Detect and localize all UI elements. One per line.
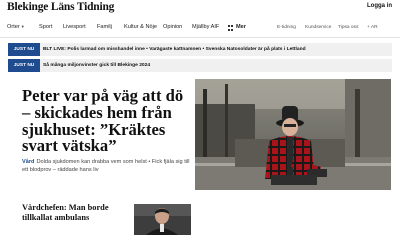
chevron-down-icon: ▼ [20,24,25,29]
nav-item-opinion[interactable]: Opinion [163,24,182,30]
breaking-news-text[interactable]: Så många miljonvinster gick till Bleking… [43,59,150,72]
main-headline[interactable]: Peter var på väg att dö – skickades hem … [22,87,192,155]
main-story-photo[interactable] [195,79,391,190]
just-nu-badge: JUST NU [8,43,40,56]
lead-text: Dolda sjukdomen kan drabba vem som helst… [22,159,190,173]
nav-link-ar[interactable]: + AR [367,25,378,30]
nav-divider [0,37,400,38]
breaking-news-bar[interactable]: JUST NU BLT LIVE: Polis larmad om missha… [8,43,392,56]
nav-item-livesport[interactable]: Livesport [63,24,86,30]
main-lead: Vård Dolda sjukdomen kan drabba vem som h… [22,158,192,174]
nav-item-familj[interactable]: Familj [97,24,112,30]
nav-item-mer[interactable]: Mer [236,24,246,30]
nav-item-orter[interactable]: Orter▼ [7,24,25,30]
nav-item-sport[interactable]: Sport [39,24,52,30]
breaking-news-bar[interactable]: JUST NU Så många miljonvinster gick till… [8,59,392,72]
nav-link-kundservice[interactable]: Kundservice [305,25,331,30]
main-nav: Orter▼ Sport Livesport Familj Kultur & N… [0,21,400,35]
just-nu-badge: JUST NU [8,59,40,72]
second-story-headline[interactable]: Vårdchefen: Man borde tillkallat ambulan… [22,203,122,223]
top-bar: Blekinge Läns Tidning Logga in [0,0,400,15]
breaking-news-text[interactable]: BLT LIVE: Polis larmad om misshandel inn… [43,43,306,56]
login-link[interactable]: Logga in [367,3,392,9]
nav-item-label: Orter [7,24,20,30]
nav-item-kultur-noje[interactable]: Kultur & Nöje [124,24,157,30]
nav-link-tipsa-oss[interactable]: Tipsa oss [338,25,358,30]
second-story-thumbnail[interactable] [134,204,191,235]
story-kicker[interactable]: Vård [22,159,34,165]
site-logo[interactable]: Blekinge Läns Tidning [7,1,114,13]
nav-item-mjallby-aif[interactable]: Mjällby AIF [192,24,219,30]
grid-menu-icon[interactable] [228,25,234,31]
nav-link-e-tidning[interactable]: E-tidning [277,25,296,30]
